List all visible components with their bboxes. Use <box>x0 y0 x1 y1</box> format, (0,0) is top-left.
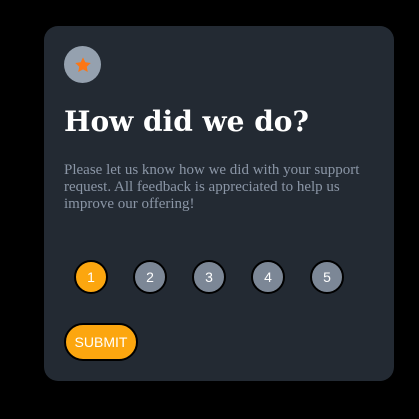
rating-button-2[interactable]: 2 <box>133 260 167 294</box>
rating-card: How did we do? Please let us know how we… <box>44 26 394 381</box>
rating-button-4[interactable]: 4 <box>251 260 285 294</box>
submit-button[interactable]: SUBMIT <box>64 323 138 361</box>
rating-button-3[interactable]: 3 <box>192 260 226 294</box>
star-icon <box>74 56 91 72</box>
rating-button-1[interactable]: 1 <box>74 260 108 294</box>
card-title: How did we do? <box>64 105 309 138</box>
rating-button-5[interactable]: 5 <box>310 260 344 294</box>
card-description: Please let us know how we did with your … <box>64 162 360 212</box>
star-badge <box>64 46 101 83</box>
rating-options: 1 2 3 4 5 <box>74 260 344 294</box>
